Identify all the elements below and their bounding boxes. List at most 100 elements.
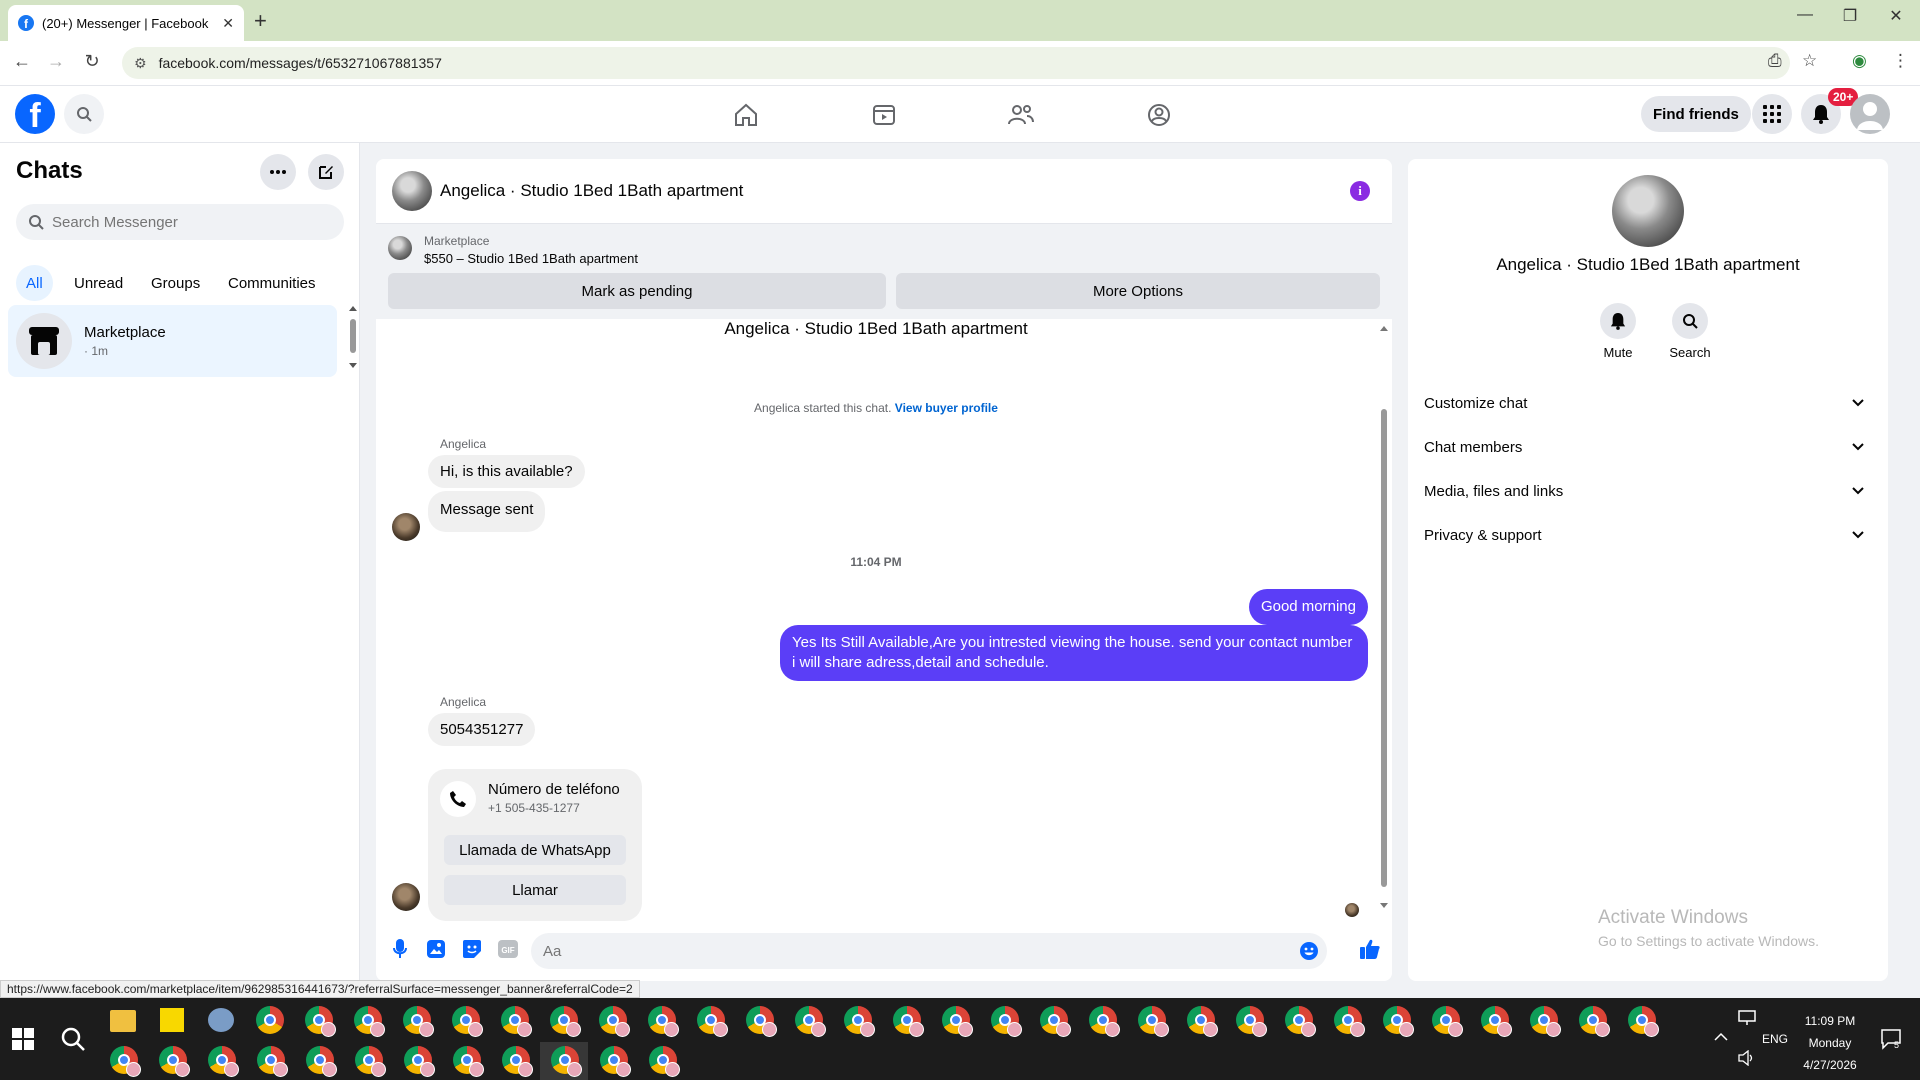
chrome-profile-icon[interactable] bbox=[1579, 1006, 1610, 1037]
back-icon[interactable]: ← bbox=[8, 51, 36, 72]
view-buyer-profile-link[interactable]: View buyer profile bbox=[895, 401, 998, 415]
chrome-profile-icon[interactable] bbox=[1138, 1006, 1169, 1037]
chrome-profile-icon[interactable] bbox=[1236, 1006, 1267, 1037]
gif-icon[interactable]: GIF bbox=[496, 937, 520, 961]
chrome-profile-icon[interactable] bbox=[1530, 1006, 1561, 1037]
emoji-icon[interactable] bbox=[1299, 941, 1319, 961]
chrome-profile-icon[interactable] bbox=[599, 1006, 630, 1037]
url-bar[interactable]: ⚙ facebook.com/messages/t/65327106788135… bbox=[122, 47, 1790, 79]
chrome-profile-icon[interactable] bbox=[1481, 1006, 1512, 1037]
chrome-profile-icon[interactable] bbox=[502, 1046, 533, 1077]
call-button[interactable]: Llamar bbox=[444, 875, 626, 905]
gaming-icon[interactable] bbox=[1144, 100, 1174, 130]
chrome-profile-icon[interactable] bbox=[403, 1006, 434, 1037]
friends-icon[interactable] bbox=[1006, 100, 1036, 130]
chrome-profile-icon[interactable] bbox=[550, 1006, 581, 1037]
chrome-profile-icon[interactable] bbox=[404, 1046, 435, 1077]
details-avatar[interactable] bbox=[1612, 175, 1684, 247]
filter-communities[interactable]: Communities bbox=[218, 265, 326, 301]
close-window-icon[interactable]: ✕ bbox=[1876, 6, 1916, 26]
chrome-profile-icon[interactable] bbox=[1432, 1006, 1463, 1037]
chrome-profile-icon[interactable] bbox=[110, 1046, 141, 1077]
chrome-profile-icon[interactable] bbox=[453, 1046, 484, 1077]
attach-photo-icon[interactable] bbox=[424, 937, 448, 961]
chrome-profile-icon[interactable] bbox=[1187, 1006, 1218, 1037]
home-icon[interactable] bbox=[731, 100, 761, 130]
install-app-icon[interactable]: ⎙ bbox=[1768, 51, 1782, 71]
chrome-profile-icon[interactable] bbox=[991, 1006, 1022, 1037]
chrome-profile-icon[interactable] bbox=[355, 1046, 386, 1077]
volume-icon[interactable] bbox=[1738, 1050, 1756, 1066]
chrome-profile-icon[interactable] bbox=[844, 1006, 875, 1037]
search-action[interactable]: Search bbox=[1660, 303, 1720, 360]
video-icon[interactable] bbox=[869, 100, 899, 130]
file-explorer-icon[interactable] bbox=[110, 1010, 136, 1032]
chrome-profile-icon[interactable] bbox=[208, 1046, 239, 1077]
chrome-profile-icon[interactable] bbox=[256, 1006, 284, 1034]
listing-thumbnail[interactable] bbox=[388, 236, 412, 260]
search-icon[interactable] bbox=[1672, 303, 1708, 339]
chrome-profile-icon[interactable] bbox=[1334, 1006, 1365, 1037]
facebook-logo[interactable]: f bbox=[15, 94, 55, 134]
facebook-search-icon[interactable] bbox=[64, 94, 104, 134]
filter-unread[interactable]: Unread bbox=[64, 265, 133, 301]
incoming-message[interactable]: Message sent bbox=[428, 491, 546, 532]
mark-as-pending-button[interactable]: Mark as pending bbox=[388, 273, 886, 309]
chrome-profile-icon[interactable] bbox=[893, 1006, 924, 1037]
chrome-profile-icon[interactable] bbox=[452, 1006, 483, 1037]
chat-members-section[interactable]: Chat members bbox=[1424, 425, 1872, 469]
chrome-profile-icon[interactable] bbox=[257, 1046, 288, 1077]
media-files-links-section[interactable]: Media, files and links bbox=[1424, 469, 1872, 513]
browser-tab[interactable]: f (20+) Messenger | Facebook ✕ bbox=[8, 5, 244, 41]
customize-chat-section[interactable]: Customize chat bbox=[1424, 381, 1872, 425]
conversation-title[interactable]: Angelica · Studio 1Bed 1Bath apartment bbox=[440, 181, 743, 201]
chrome-profile-icon[interactable] bbox=[1285, 1006, 1316, 1037]
close-tab-icon[interactable]: ✕ bbox=[222, 15, 234, 32]
mute-bell-icon[interactable] bbox=[1600, 303, 1636, 339]
chrome-profile-icon[interactable] bbox=[697, 1006, 728, 1037]
whatsapp-call-button[interactable]: Llamada de WhatsApp bbox=[444, 835, 626, 865]
chrome-profile-icon[interactable] bbox=[600, 1046, 631, 1077]
chrome-profile-icon[interactable] bbox=[648, 1006, 679, 1037]
chrome-profile-icon[interactable] bbox=[1628, 1006, 1659, 1037]
chrome-profile-icon[interactable] bbox=[354, 1006, 385, 1037]
new-message-icon[interactable] bbox=[308, 154, 344, 190]
reload-icon[interactable]: ↻ bbox=[78, 51, 106, 72]
listing-title[interactable]: $550 – Studio 1Bed 1Bath apartment bbox=[424, 251, 638, 266]
contact-avatar[interactable] bbox=[392, 171, 432, 211]
privacy-support-section[interactable]: Privacy & support bbox=[1424, 513, 1872, 557]
more-options-icon[interactable] bbox=[260, 154, 296, 190]
chrome-profile-icon[interactable] bbox=[795, 1006, 826, 1037]
menu-grid-icon[interactable] bbox=[1752, 94, 1792, 134]
app-icon[interactable] bbox=[208, 1008, 234, 1032]
search-messenger-field[interactable] bbox=[16, 204, 344, 240]
taskbar-clock[interactable]: 11:09 PM Monday 4/27/2026 bbox=[1780, 1010, 1880, 1076]
network-icon[interactable] bbox=[1738, 1010, 1756, 1026]
browser-menu-icon[interactable]: ⋮ bbox=[1892, 51, 1909, 71]
chrome-profile-icon[interactable] bbox=[551, 1046, 582, 1077]
chrome-profile-icon[interactable] bbox=[1383, 1006, 1414, 1037]
incoming-message[interactable]: Hi, is this available? bbox=[428, 455, 585, 488]
sticky-notes-icon[interactable] bbox=[160, 1008, 184, 1032]
windows-start-icon[interactable] bbox=[12, 1028, 34, 1050]
thread-scrollbar[interactable] bbox=[1378, 319, 1390, 915]
action-center-icon[interactable]: 5 bbox=[1880, 1028, 1902, 1050]
message-input-field[interactable] bbox=[531, 933, 1327, 969]
bookmark-star-icon[interactable]: ☆ bbox=[1802, 51, 1817, 71]
chrome-profile-icon[interactable] bbox=[159, 1046, 190, 1077]
sticker-icon[interactable] bbox=[460, 937, 484, 961]
chrome-profile-icon[interactable] bbox=[501, 1006, 532, 1037]
minimize-icon[interactable]: — bbox=[1785, 6, 1825, 24]
chrome-profile-icon[interactable] bbox=[942, 1006, 973, 1037]
conversation-info-icon[interactable]: i bbox=[1350, 181, 1370, 201]
chrome-profile-icon[interactable] bbox=[649, 1046, 680, 1077]
sidebar-scrollbar[interactable] bbox=[348, 303, 358, 373]
chrome-profile-icon[interactable] bbox=[305, 1006, 336, 1037]
filter-all[interactable]: All bbox=[16, 265, 53, 301]
find-friends-button[interactable]: Find friends bbox=[1641, 96, 1751, 132]
site-info-icon[interactable]: ⚙ bbox=[134, 55, 147, 72]
incoming-message[interactable]: 5054351277 bbox=[428, 713, 536, 746]
chrome-profile-icon[interactable] bbox=[1040, 1006, 1071, 1037]
mute-action[interactable]: Mute bbox=[1588, 303, 1648, 360]
profile-icon[interactable]: ◉ bbox=[1852, 51, 1867, 71]
